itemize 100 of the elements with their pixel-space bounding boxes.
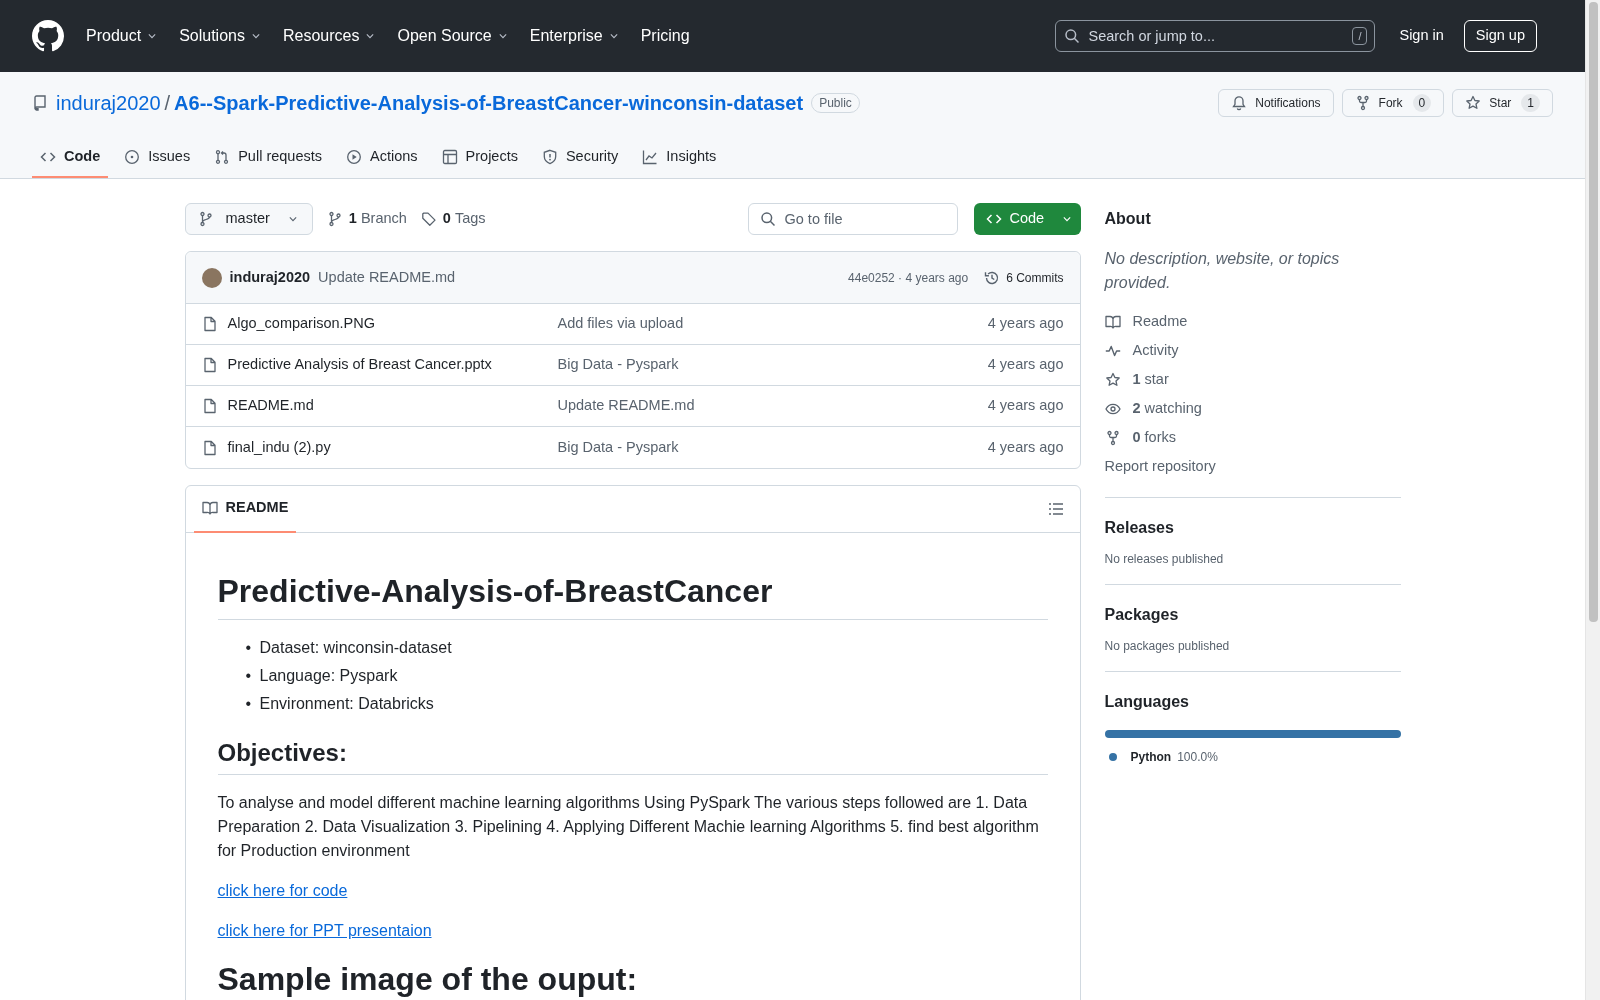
bullet: • xyxy=(245,666,253,686)
commit-author-link[interactable]: induraj2020 xyxy=(229,266,311,289)
outline-button[interactable] xyxy=(1047,501,1064,517)
branch-icon xyxy=(326,211,343,227)
nav-menu-item[interactable]: Solutions xyxy=(179,24,263,48)
commits-link[interactable]: 6 Commits xyxy=(984,268,1064,287)
section-heading: Releases xyxy=(1104,518,1175,538)
file-icon xyxy=(201,439,218,456)
fork-button[interactable]: Fork 0 xyxy=(1341,89,1445,117)
list-item: Environment: Databricks xyxy=(259,694,434,714)
about-link[interactable]: 0 forks xyxy=(1104,423,1401,452)
repo-icon xyxy=(32,95,48,111)
empty-note: No packages published xyxy=(1104,638,1231,655)
readme-subheading: Objectives: xyxy=(217,738,1048,775)
table-icon xyxy=(441,149,458,165)
counter-label: 0 xyxy=(1412,94,1432,112)
nav-menu-item[interactable]: Enterprise xyxy=(529,24,621,48)
file-icon xyxy=(201,398,218,414)
section-heading: Packages xyxy=(1104,605,1180,625)
avatar xyxy=(201,267,222,288)
star-icon xyxy=(1104,371,1121,388)
search-icon xyxy=(1064,28,1081,44)
book-icon xyxy=(1104,313,1121,330)
file-name-link[interactable]: Algo_comparison.PNG xyxy=(227,313,558,335)
tags-link[interactable]: 0 Tags xyxy=(420,208,486,230)
notifications-button[interactable]: Notifications xyxy=(1218,89,1334,117)
counter-label: 1 xyxy=(1521,94,1540,112)
pull-request-icon xyxy=(214,149,231,165)
commit-time: 4 years ago xyxy=(987,355,1064,375)
language-link[interactable]: Python 100.0% xyxy=(1104,748,1218,766)
fork-icon xyxy=(1354,95,1371,111)
bullet: • xyxy=(245,694,253,714)
shield-icon xyxy=(541,149,558,165)
circle-dot-icon xyxy=(124,149,141,165)
file-name-link[interactable]: Predictive Analysis of Breast Cancer.pptx xyxy=(227,354,558,376)
tag-icon xyxy=(420,211,437,227)
repo-tab[interactable]: Code xyxy=(32,138,109,178)
file-name-link[interactable]: final_indu (2).py xyxy=(227,436,558,459)
repo-tab[interactable]: Insights xyxy=(634,138,725,178)
readme-paragraph: To analyse and model different machine learning algorithms Using PySpark The various steps followed are 1. Data Preparation 2. Data Visualization 3. Pipelining 4. Applying Different Machie learning Algorithms 5. find best algorithm for Production environment xyxy=(217,793,1040,861)
bell-icon xyxy=(1231,95,1248,111)
scrollbar[interactable] xyxy=(1585,0,1600,1000)
section-heading: Languages xyxy=(1104,692,1190,712)
repo-tab[interactable]: Security xyxy=(533,138,627,178)
star-button[interactable]: Star 1 xyxy=(1452,89,1553,117)
commit-message-link[interactable]: Add files via upload xyxy=(557,313,684,335)
star-icon xyxy=(1465,95,1482,111)
commit-message-link[interactable]: Update README.md xyxy=(557,395,695,417)
about-link[interactable]: 2 watching xyxy=(1104,394,1401,423)
bullet: • xyxy=(245,638,253,658)
sign-in-link[interactable]: Sign in xyxy=(1399,25,1444,47)
report-link[interactable]: Report repository xyxy=(1104,452,1401,481)
about-link[interactable]: Activity xyxy=(1104,336,1401,365)
repo-name-link[interactable]: A6--Spark-Predictive-Analysis-of-BreastCancer-winconsin-dataset xyxy=(174,88,804,118)
list-item: Language: Pyspark xyxy=(259,666,398,686)
book-icon xyxy=(201,500,218,516)
search-icon xyxy=(759,211,776,227)
about-link[interactable]: 1 star xyxy=(1104,365,1401,394)
about-description: No description, website, or topics provided. xyxy=(1104,249,1341,293)
readme-heading: Predictive-Analysis-of-BreastCancer xyxy=(217,571,1048,620)
path-separator: / xyxy=(164,91,171,116)
repo-tab[interactable]: Actions xyxy=(338,138,426,178)
github-logo-icon xyxy=(32,20,64,52)
file-icon xyxy=(201,316,218,332)
shortcut-key: / xyxy=(1352,27,1368,45)
empty-note: No releases published xyxy=(1104,551,1225,568)
repo-tab[interactable]: Pull requests xyxy=(206,138,330,178)
branch-icon xyxy=(197,211,214,227)
nav-menu-item[interactable]: Resources xyxy=(282,24,378,48)
branch-selector-button[interactable]: master xyxy=(184,203,313,235)
nav-menu-item[interactable]: Pricing xyxy=(640,24,690,48)
fork-icon xyxy=(1104,429,1121,446)
go-to-file-field[interactable]: Go to file xyxy=(747,203,958,235)
sign-up-button[interactable]: Sign up xyxy=(1463,20,1537,52)
repo-tab[interactable]: Projects xyxy=(433,138,526,178)
text-link[interactable]: click here for PPT presentaion xyxy=(217,922,432,939)
nav-menu-item[interactable]: Product xyxy=(86,24,160,48)
repo-tab[interactable]: Issues xyxy=(116,138,199,178)
nav-menu-item[interactable]: Open Source xyxy=(397,24,510,48)
commit-message-link[interactable]: Update README.md xyxy=(318,266,456,289)
code-button[interactable]: Code xyxy=(973,203,1081,235)
history-icon xyxy=(984,269,1001,286)
commit-meta: 44e0252 · 4 years ago xyxy=(848,269,969,287)
commit-message-link[interactable]: Big Data - Pyspark xyxy=(557,354,679,376)
readme-tab[interactable]: README xyxy=(193,485,297,533)
commit-time: 4 years ago xyxy=(987,437,1064,457)
branches-link[interactable]: 1 Branch xyxy=(326,208,407,230)
readme-heading: Sample image of the ouput: xyxy=(217,959,1048,1000)
commit-time: 4 years ago xyxy=(987,314,1064,334)
section-heading: About xyxy=(1104,209,1152,229)
text-link[interactable]: click here for code xyxy=(217,882,348,899)
file-name-link[interactable]: README.md xyxy=(227,395,558,417)
commit-message-link[interactable]: Big Data - Pyspark xyxy=(557,436,679,459)
file-icon xyxy=(201,357,218,373)
play-icon xyxy=(346,149,362,165)
list-item: Dataset: winconsin-dataset xyxy=(259,638,452,658)
commit-time: 4 years ago xyxy=(987,396,1064,416)
repo-owner-link[interactable]: induraj2020 xyxy=(56,88,161,118)
graph-icon xyxy=(642,149,659,165)
about-link[interactable]: Readme xyxy=(1104,307,1401,336)
